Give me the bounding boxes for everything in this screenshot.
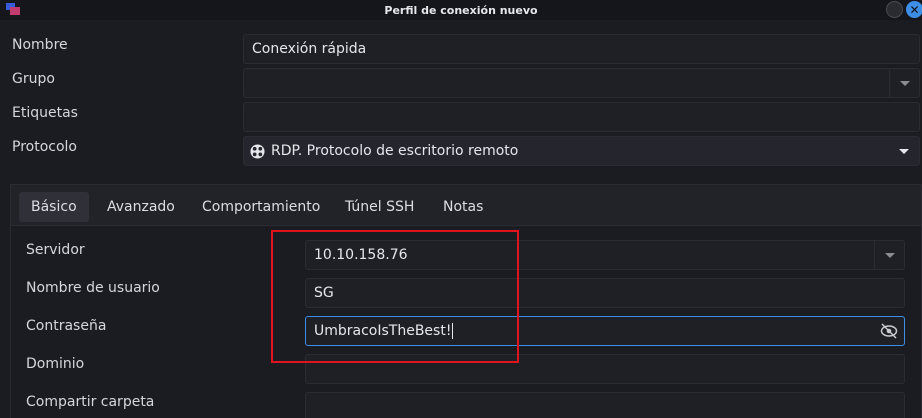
tab-basico[interactable]: Básico xyxy=(19,192,89,222)
server-value: 10.10.158.76 xyxy=(314,247,408,263)
tags-field[interactable] xyxy=(243,102,920,132)
close-button[interactable]: ✕ xyxy=(906,1,922,18)
protocol-value: RDP. Protocolo de escritorio remoto xyxy=(271,143,519,159)
name-label: Nombre xyxy=(12,37,68,53)
protocol-dropdown-button[interactable] xyxy=(889,137,919,165)
protocol-select[interactable]: RDP. Protocolo de escritorio remoto xyxy=(243,136,920,166)
server-label: Servidor xyxy=(26,242,85,258)
text-caret xyxy=(452,323,454,339)
group-combo[interactable] xyxy=(243,68,920,98)
domain-label: Dominio xyxy=(26,356,85,372)
password-field[interactable]: UmbracoIsTheBest! xyxy=(305,316,905,346)
chevron-down-icon xyxy=(899,80,910,86)
password-value: UmbracoIsTheBest! xyxy=(314,323,452,339)
username-label: Nombre de usuario xyxy=(26,280,160,296)
minimize-button[interactable] xyxy=(886,1,903,18)
eye-slash-icon[interactable] xyxy=(880,323,898,339)
tab-tunel-ssh[interactable]: Túnel SSH xyxy=(333,192,426,222)
name-value: Conexión rápida xyxy=(252,41,367,57)
server-combo[interactable]: 10.10.158.76 xyxy=(305,240,905,270)
server-dropdown-button[interactable] xyxy=(874,241,904,269)
window-title: Perfil de conexión nuevo xyxy=(384,3,538,17)
username-value: SG xyxy=(314,285,334,301)
protocol-label: Protocolo xyxy=(12,139,77,155)
password-label: Contraseña xyxy=(26,318,107,334)
name-field[interactable]: Conexión rápida xyxy=(243,34,920,64)
domain-field[interactable] xyxy=(305,354,905,384)
tab-label: Básico xyxy=(31,199,77,215)
tags-label: Etiquetas xyxy=(12,105,78,121)
tab-label: Avanzado xyxy=(107,199,175,215)
tab-label: Notas xyxy=(443,199,484,215)
tab-comportamiento[interactable]: Comportamiento xyxy=(190,192,332,222)
group-label: Grupo xyxy=(12,71,55,87)
close-icon: ✕ xyxy=(909,2,920,17)
app-icon xyxy=(6,3,20,15)
tab-label: Comportamiento xyxy=(202,199,321,215)
username-field[interactable]: SG xyxy=(305,278,905,308)
tab-notas[interactable]: Notas xyxy=(431,192,495,222)
title-bar: Perfil de conexión nuevo ✕ xyxy=(0,0,922,20)
share-folder-field[interactable] xyxy=(305,392,905,418)
group-dropdown-button[interactable] xyxy=(889,69,919,97)
chevron-down-icon xyxy=(899,148,909,154)
share-folder-label: Compartir carpeta xyxy=(26,394,155,410)
tab-avanzado[interactable]: Avanzado xyxy=(95,192,187,222)
tab-bar: Básico Avanzado Comportamiento Túnel SSH… xyxy=(10,184,922,226)
chevron-down-icon xyxy=(884,252,895,258)
rdp-protocol-icon xyxy=(250,143,265,159)
tab-label: Túnel SSH xyxy=(345,199,415,215)
